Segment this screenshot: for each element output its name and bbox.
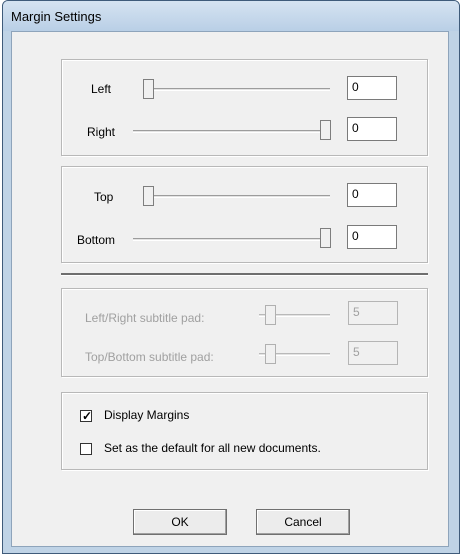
tb-subtitle-pad-input[interactable]: 5 — [348, 341, 398, 365]
section-separator — [61, 273, 428, 276]
top-bottom-margins-group: Top 0 Bottom 0 — [61, 166, 428, 263]
options-group: ✓ Display Margins Set as the default for… — [61, 392, 428, 470]
right-slider-track[interactable] — [133, 130, 330, 133]
display-margins-checkbox[interactable]: ✓ — [80, 409, 93, 423]
left-right-margins-group: Left 0 Right 0 — [61, 59, 428, 156]
set-default-checkbox[interactable] — [80, 443, 92, 455]
lr-subtitle-pad-slider-thumb[interactable] — [265, 305, 276, 325]
set-default-label[interactable]: Set as the default for all new documents… — [104, 441, 321, 455]
top-slider-track[interactable] — [143, 195, 330, 198]
checkmark-icon: ✓ — [81, 409, 93, 423]
subtitle-pad-group: Left/Right subtitle pad: 5 Top/Bottom su… — [61, 288, 428, 377]
display-margins-label[interactable]: Display Margins — [104, 408, 189, 422]
cancel-button[interactable]: Cancel — [256, 509, 350, 535]
bottom-margin-input[interactable]: 0 — [347, 225, 397, 249]
right-slider-thumb[interactable] — [320, 120, 331, 140]
right-label: Right — [87, 125, 116, 139]
bottom-slider-thumb[interactable] — [320, 228, 331, 248]
bottom-label: Bottom — [77, 233, 116, 247]
left-label: Left — [91, 82, 112, 96]
tb-subtitle-pad-slider-thumb[interactable] — [265, 344, 276, 364]
right-margin-input[interactable]: 0 — [347, 117, 397, 141]
margin-settings-dialog: Margin Settings Left 0 Right 0 Top 0 Bot… — [2, 0, 460, 554]
lr-subtitle-pad-label: Left/Right subtitle pad: — [85, 311, 205, 325]
title-bar[interactable]: Margin Settings — [3, 1, 459, 31]
bottom-slider-track[interactable] — [133, 238, 330, 241]
left-slider-track[interactable] — [143, 88, 330, 91]
tb-subtitle-pad-label: Top/Bottom subtitle pad: — [85, 350, 214, 364]
dialog-title: Margin Settings — [11, 9, 102, 24]
top-margin-input[interactable]: 0 — [347, 183, 397, 207]
ok-button[interactable]: OK — [133, 509, 227, 535]
lr-subtitle-pad-input[interactable]: 5 — [348, 301, 398, 325]
top-slider-thumb[interactable] — [143, 186, 154, 206]
left-margin-input[interactable]: 0 — [347, 76, 397, 100]
dialog-client-area: Left 0 Right 0 Top 0 Bottom 0 Left/Right… — [11, 31, 449, 547]
left-slider-thumb[interactable] — [143, 79, 154, 99]
top-label: Top — [94, 190, 114, 204]
